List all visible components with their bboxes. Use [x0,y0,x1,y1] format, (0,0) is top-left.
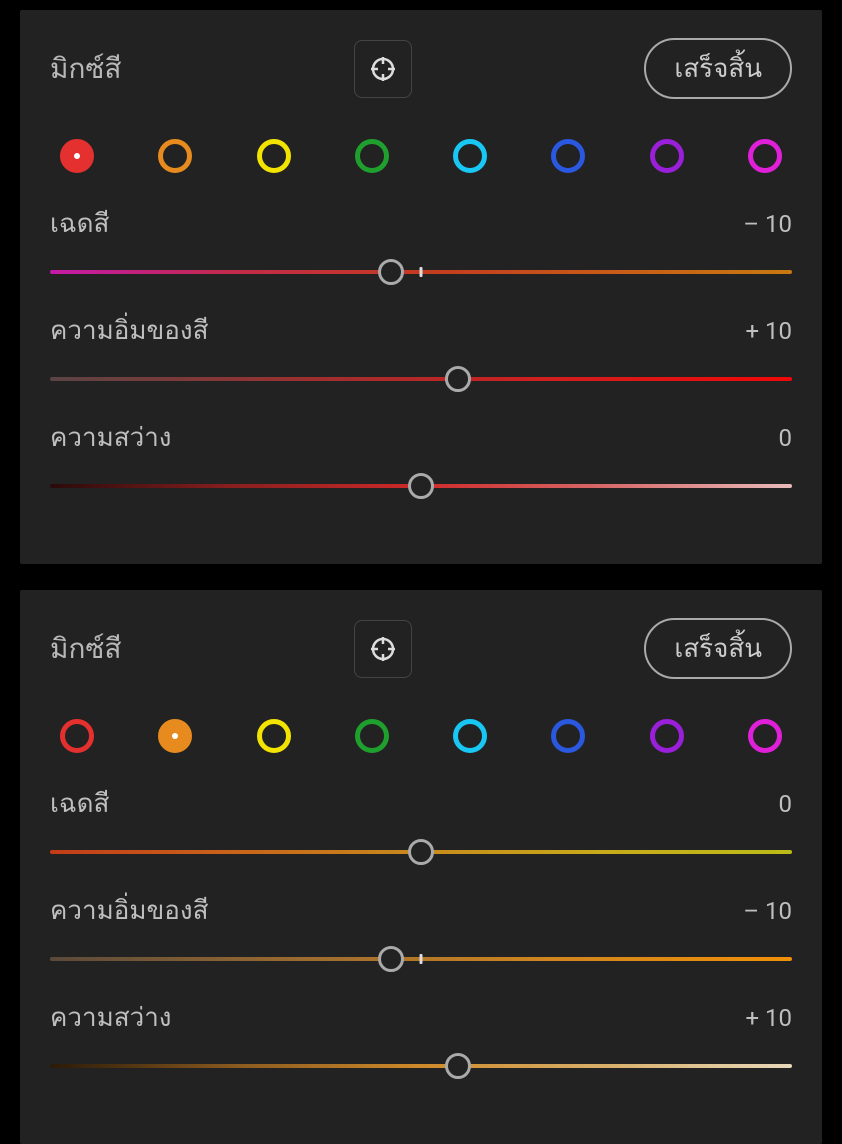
color-mix-panel: มิกซ์สี เสร็จสิ้น เฉดสี 0 ความอิ่ [20,590,822,1144]
slider-group: ความสว่าง 0 [50,417,792,500]
target-adjustment-button[interactable] [354,40,412,98]
slider-center-tick [420,267,423,277]
color-swatch-row [50,719,792,753]
slider-label: เฉดสี [50,783,109,824]
slider-track[interactable] [50,945,792,973]
slider-gradient [50,377,792,381]
slider-value: 0 [779,424,793,452]
swatch-green[interactable] [355,719,389,753]
swatch-red[interactable] [60,719,94,753]
slider-group: ความอิ่มของสี + 10 [50,310,792,393]
slider-thumb[interactable] [378,946,404,972]
panel-header: มิกซ์สี เสร็จสิ้น [50,618,792,679]
swatch-orange[interactable] [158,139,192,173]
color-mix-panel: มิกซ์สี เสร็จสิ้น เฉดสี – 10 ความ [20,10,822,564]
slider-track[interactable] [50,1052,792,1080]
slider-value: 0 [779,790,793,818]
slider-group: เฉดสี – 10 [50,203,792,286]
slider-group: เฉดสี 0 [50,783,792,866]
swatch-red[interactable] [60,139,94,173]
slider-label: ความอิ่มของสี [50,310,208,351]
swatch-green[interactable] [355,139,389,173]
swatch-yellow[interactable] [257,139,291,173]
slider-thumb[interactable] [408,473,434,499]
swatch-blue[interactable] [551,719,585,753]
done-button[interactable]: เสร็จสิ้น [644,618,792,679]
slider-track[interactable] [50,472,792,500]
slider-label: ความสว่าง [50,997,172,1038]
panel-title: มิกซ์สี [50,47,122,91]
slider-thumb[interactable] [445,366,471,392]
slider-track[interactable] [50,838,792,866]
slider-thumb[interactable] [408,839,434,865]
target-icon [369,55,397,83]
slider-label: ความอิ่มของสี [50,890,208,931]
swatch-aqua[interactable] [453,719,487,753]
swatch-magenta[interactable] [748,139,782,173]
panel-header: มิกซ์สี เสร็จสิ้น [50,38,792,99]
slider-value: + 10 [745,317,792,345]
swatch-aqua[interactable] [453,139,487,173]
color-swatch-row [50,139,792,173]
slider-gradient [50,1064,792,1068]
slider-value: + 10 [745,1004,792,1032]
panel-title: มิกซ์สี [50,627,122,671]
swatch-purple[interactable] [650,139,684,173]
slider-label: ความสว่าง [50,417,172,458]
swatch-orange[interactable] [158,719,192,753]
slider-thumb[interactable] [445,1053,471,1079]
slider-group: ความสว่าง + 10 [50,997,792,1080]
swatch-purple[interactable] [650,719,684,753]
slider-track[interactable] [50,365,792,393]
slider-label: เฉดสี [50,203,109,244]
slider-value: – 10 [743,897,792,925]
target-adjustment-button[interactable] [354,620,412,678]
slider-value: – 10 [743,210,792,238]
done-button[interactable]: เสร็จสิ้น [644,38,792,99]
swatch-magenta[interactable] [748,719,782,753]
target-icon [369,635,397,663]
slider-group: ความอิ่มของสี – 10 [50,890,792,973]
slider-track[interactable] [50,258,792,286]
swatch-blue[interactable] [551,139,585,173]
slider-thumb[interactable] [378,259,404,285]
slider-center-tick [420,954,423,964]
swatch-yellow[interactable] [257,719,291,753]
